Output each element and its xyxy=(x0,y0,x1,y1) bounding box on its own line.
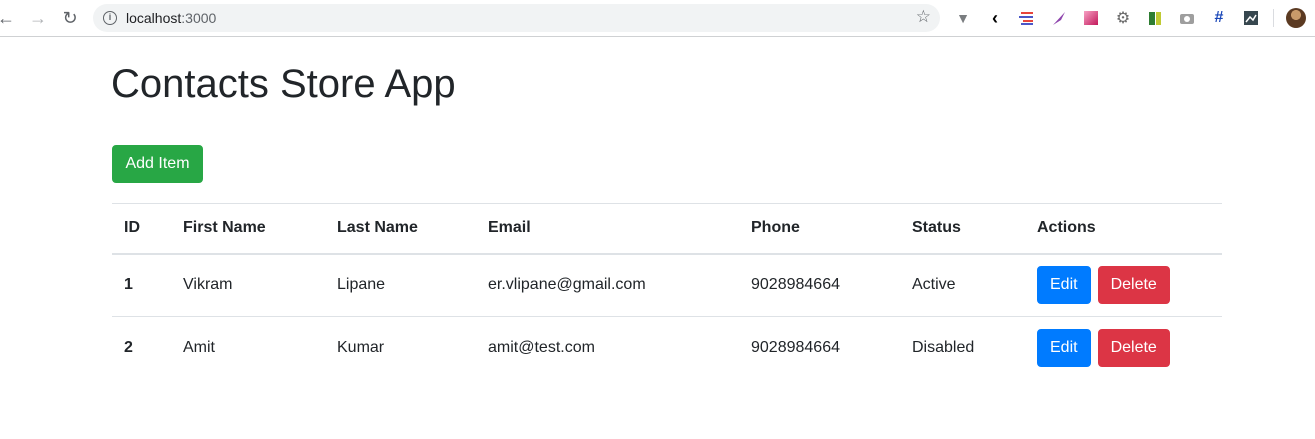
camera-icon[interactable] xyxy=(1178,9,1196,27)
cell-id: 2 xyxy=(112,316,171,380)
url-host: localhost xyxy=(126,10,182,26)
address-bar[interactable]: i localhost:3000 ☆ xyxy=(93,4,940,32)
header-email: Email xyxy=(476,203,739,255)
header-first-name: First Name xyxy=(171,203,325,255)
gear-icon[interactable]: ⚙ xyxy=(1114,9,1132,27)
battery-icon[interactable] xyxy=(1146,9,1164,27)
feather-icon[interactable] xyxy=(1050,9,1068,27)
url-port: :3000 xyxy=(181,10,217,26)
cell-id: 1 xyxy=(112,253,171,317)
header-last-name: Last Name xyxy=(325,203,476,255)
delete-button[interactable]: Delete xyxy=(1097,329,1170,368)
cell-last-name: Lipane xyxy=(325,253,476,317)
list-icon[interactable] xyxy=(1018,9,1036,27)
delete-button[interactable]: Delete xyxy=(1097,266,1170,305)
arrow-icon[interactable]: ‹ xyxy=(986,8,1004,28)
header-id: ID xyxy=(112,203,171,255)
table-row: 1 Vikram Lipane er.vlipane@gmail.com 902… xyxy=(112,253,1222,317)
info-icon[interactable]: i xyxy=(103,11,117,25)
cell-status: Active xyxy=(900,253,1025,317)
table-header-row: ID First Name Last Name Email Phone Stat… xyxy=(112,203,1222,255)
cell-status: Disabled xyxy=(900,316,1025,380)
cell-email: amit@test.com xyxy=(476,316,739,380)
cell-actions: Edit Delete xyxy=(1025,316,1222,380)
forward-arrow-icon[interactable]: → xyxy=(26,6,50,30)
cell-first-name: Vikram xyxy=(171,253,325,317)
edit-button[interactable]: Edit xyxy=(1037,329,1091,368)
url-text: localhost:3000 xyxy=(126,10,216,26)
cell-last-name: Kumar xyxy=(325,316,476,380)
edit-button[interactable]: Edit xyxy=(1037,266,1091,305)
cell-phone: 9028984664 xyxy=(739,316,900,380)
reload-icon[interactable]: ↻ xyxy=(58,6,82,30)
table-row: 2 Amit Kumar amit@test.com 9028984664 Di… xyxy=(112,316,1222,380)
browser-toolbar: ← → ↻ i localhost:3000 ☆ ▼ ‹ ⚙ # xyxy=(0,0,1315,37)
back-arrow-icon[interactable]: ← xyxy=(0,6,18,30)
image-icon[interactable] xyxy=(1242,9,1260,27)
page-title: Contacts Store App xyxy=(111,62,456,106)
cell-phone: 9028984664 xyxy=(739,253,900,317)
header-status: Status xyxy=(900,203,1025,255)
grid-icon[interactable]: # xyxy=(1210,9,1228,27)
add-item-button[interactable]: Add Item xyxy=(112,145,203,183)
toolbar-separator xyxy=(1273,9,1274,27)
header-actions: Actions xyxy=(1025,203,1222,255)
cell-first-name: Amit xyxy=(171,316,325,380)
vue-devtools-icon[interactable]: ▼ xyxy=(954,9,972,27)
profile-avatar[interactable] xyxy=(1286,8,1306,28)
cell-email: er.vlipane@gmail.com xyxy=(476,253,739,317)
header-phone: Phone xyxy=(739,203,900,255)
gradient-icon[interactable] xyxy=(1082,9,1100,27)
cell-actions: Edit Delete xyxy=(1025,253,1222,317)
contacts-table: ID First Name Last Name Email Phone Stat… xyxy=(112,203,1222,380)
bookmark-star-icon[interactable]: ☆ xyxy=(916,7,931,27)
